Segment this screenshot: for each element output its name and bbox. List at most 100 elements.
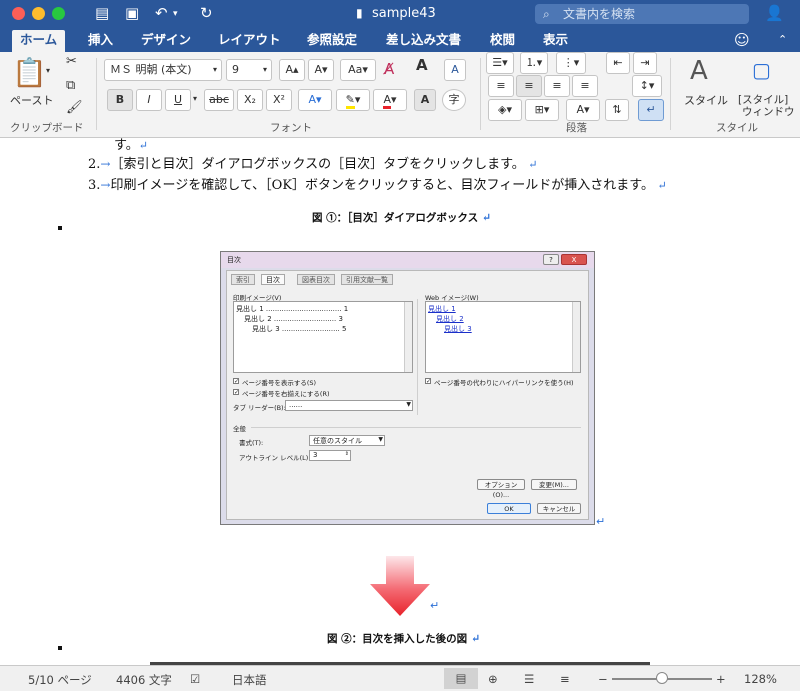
paste-button[interactable]: ペースト	[10, 92, 53, 108]
dialog-close-button: X	[561, 254, 587, 265]
justify-button[interactable]: ≡	[572, 75, 598, 97]
zoom-out-button[interactable]: −	[598, 672, 608, 686]
share-user-icon[interactable]: 👤	[765, 4, 784, 22]
tab-references[interactable]: 参照設定	[299, 30, 365, 52]
text-effects-button[interactable]: A▾	[298, 89, 332, 111]
format-label: 書式(T):	[239, 439, 264, 447]
char-shading-button[interactable]: A	[414, 89, 436, 111]
tab-view[interactable]: 表示	[535, 30, 576, 52]
ribbon-tabs: ホーム 挿入 デザイン レイアウト 参照設定 差し込み文書 校閲 表示 ☺ ⌃	[0, 28, 800, 52]
font-name-select[interactable]: ＭＳ 明朝 (本文) ▾	[104, 59, 222, 81]
scrollbar	[572, 302, 580, 372]
char-border-button[interactable]: A	[444, 59, 466, 81]
zoom-window-button[interactable]	[52, 7, 65, 20]
font-size-select[interactable]: 9 ▾	[226, 59, 272, 81]
smiley-feedback-icon[interactable]: ☺	[734, 31, 750, 49]
outline-view-icon[interactable]: ☰	[524, 672, 534, 686]
tab-design[interactable]: デザイン	[133, 30, 199, 52]
highlight-button[interactable]: ✎▾	[336, 89, 370, 111]
minimize-window-button[interactable]	[32, 7, 45, 20]
document-page[interactable]: す。↵ 2.→［索引と目次］ダイアログボックスの［目次］タブをクリックします。 …	[0, 138, 800, 665]
paste-dropdown-icon[interactable]: ▾	[46, 66, 50, 75]
undo-dropdown-icon[interactable]: ▾	[173, 9, 178, 19]
styles-gallery-icon[interactable]: A	[690, 56, 708, 86]
clear-formatting-icon[interactable]: A̸	[384, 60, 394, 78]
proofing-icon[interactable]: ☑	[190, 672, 200, 686]
font-name-value: ＭＳ 明朝 (本文)	[110, 63, 192, 76]
zoom-level[interactable]: 128%	[744, 672, 777, 686]
tab-review[interactable]: 校閲	[482, 30, 523, 52]
close-window-button[interactable]	[12, 7, 25, 20]
enclose-char-button[interactable]: 字	[442, 89, 466, 111]
styles-pane-icon[interactable]: ▢	[752, 58, 771, 82]
cut-icon[interactable]: ✂	[66, 54, 77, 69]
copy-icon[interactable]: ⧉	[66, 78, 75, 93]
line-spacing-button[interactable]: ↕▾	[632, 75, 662, 97]
ribbon-collapse-icon[interactable]: ⌃	[778, 33, 787, 46]
zoom-in-button[interactable]: +	[716, 672, 726, 686]
cancel-button: キャンセル	[537, 503, 581, 514]
borders-button[interactable]: ⊞▾	[525, 99, 559, 121]
multilevel-list-button[interactable]: ⋮▾	[556, 52, 586, 74]
zoom-slider-thumb[interactable]	[656, 672, 668, 684]
paragraph-mark-icon: ↵	[467, 632, 481, 645]
search-input[interactable]: ⌕ 文書内を検索	[535, 4, 749, 24]
decrease-indent-button[interactable]: ⇤	[606, 52, 630, 74]
shrink-font-button[interactable]: A▾	[308, 59, 334, 81]
print-line: 見出し 1 ..................................…	[236, 305, 349, 313]
anchor-marker	[58, 646, 62, 650]
italic-button[interactable]: I	[136, 89, 162, 111]
phonetic-guide-icon[interactable]: A	[416, 56, 428, 74]
paste-icon[interactable]: 📋	[12, 56, 47, 89]
redo-icon[interactable]: ↻	[200, 4, 213, 22]
outline-value: 3	[313, 451, 318, 459]
format-painter-icon[interactable]: 🖌	[66, 100, 83, 115]
shading-button[interactable]: ◈▾	[488, 99, 522, 121]
undo-icon[interactable]: ↶	[155, 4, 168, 22]
bold-button[interactable]: B	[107, 89, 133, 111]
font-color-button[interactable]: A▾	[373, 89, 407, 111]
help-button: ?	[543, 254, 559, 265]
down-arrow-icon	[370, 556, 430, 616]
asian-layout-button[interactable]: A▾	[566, 99, 600, 121]
paragraph-mark-icon: ↵	[524, 158, 538, 171]
align-center-button[interactable]: ≡	[516, 75, 542, 97]
language[interactable]: 日本語	[232, 672, 267, 688]
web-layout-view-icon[interactable]: ⊕	[488, 672, 498, 686]
tab-insert[interactable]: 挿入	[80, 30, 121, 52]
clipboard-group-label: クリップボード	[10, 122, 84, 134]
document-title: sample43	[372, 6, 436, 21]
grow-font-button[interactable]: A▴	[279, 59, 305, 81]
show-marks-button[interactable]: ↵	[638, 99, 664, 121]
page-count[interactable]: 5/10 ページ	[28, 672, 92, 688]
numbering-button[interactable]: ⒈▾	[520, 52, 548, 74]
increase-indent-button[interactable]: ⇥	[633, 52, 657, 74]
anchor-marker	[58, 226, 62, 230]
chevron-down-icon: ▼	[378, 436, 383, 443]
checkbox-checked: ✓	[233, 389, 240, 396]
bullets-button[interactable]: ☰▾	[486, 52, 514, 74]
print-layout-view-button[interactable]: ▤	[444, 668, 478, 689]
styles-button[interactable]: スタイル	[684, 92, 728, 108]
change-case-button[interactable]: Aa▾	[340, 59, 376, 81]
tab-layout[interactable]: レイアウト	[210, 30, 289, 52]
sort-button[interactable]: ⇅	[605, 99, 629, 121]
tab-home[interactable]: ホーム	[12, 30, 66, 52]
draft-view-icon[interactable]: ≡	[560, 672, 570, 686]
underline-button[interactable]: U	[165, 89, 191, 111]
superscript-button[interactable]: X²	[266, 89, 292, 111]
word-count[interactable]: 4406 文字	[116, 672, 172, 688]
align-right-button[interactable]: ≡	[544, 75, 570, 97]
align-left-button[interactable]: ≡	[488, 75, 514, 97]
modify-button: 変更(M)...	[531, 479, 577, 490]
underline-dropdown-icon[interactable]: ▾	[193, 94, 197, 103]
save-icon[interactable]: ▣	[125, 4, 139, 22]
sidebar-icon[interactable]: ▤	[95, 4, 109, 22]
toc-dialog-image[interactable]: 目次 ? X 索引 目次 図表目次 引用文献一覧 印刷イメージ(V) 見出し 1…	[220, 251, 595, 525]
list-item: 2.→［索引と目次］ダイアログボックスの［目次］タブをクリックします。 ↵	[88, 153, 538, 172]
tab-mailings[interactable]: 差し込み文書	[378, 30, 469, 52]
list-number: 3.	[88, 178, 101, 193]
subscript-button[interactable]: X₂	[237, 89, 263, 111]
strikethrough-button[interactable]: abc	[204, 89, 234, 111]
checkbox-checked: ✓	[233, 378, 240, 385]
